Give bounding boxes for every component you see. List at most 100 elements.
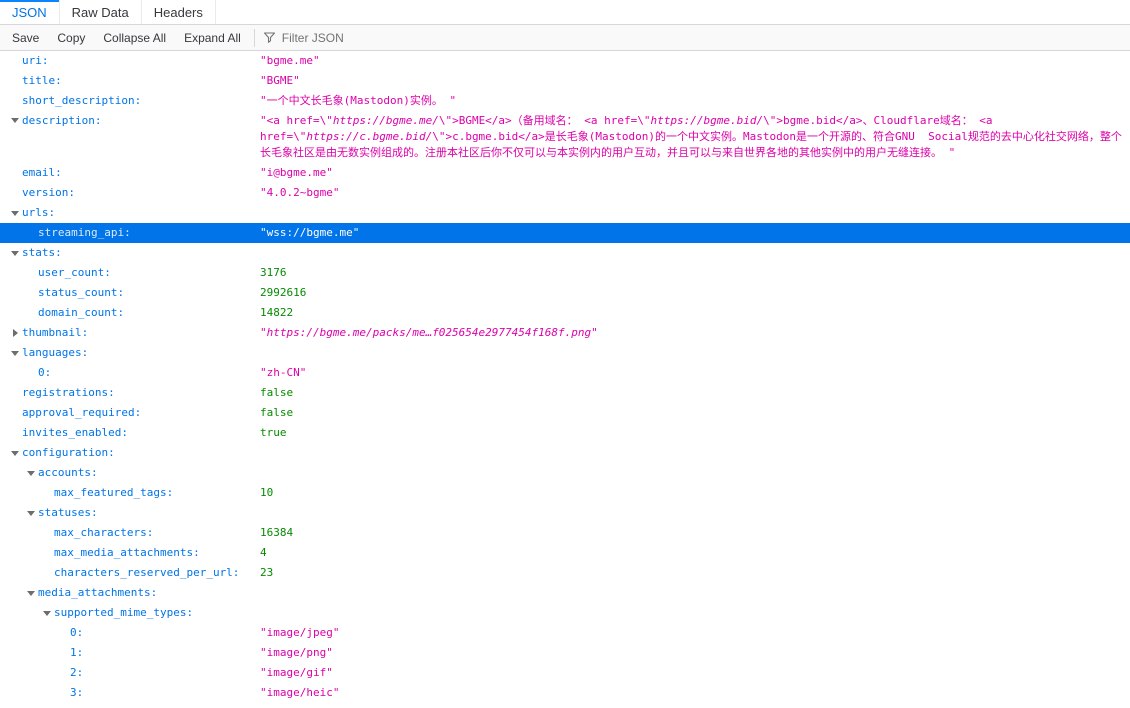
indent-spacer xyxy=(56,703,70,708)
value-cell xyxy=(260,583,1130,603)
value-cell: "BGME" xyxy=(260,71,1130,91)
url-link[interactable]: https://bgme.me/ xyxy=(333,114,439,127)
json-row-configuration[interactable]: configuration: xyxy=(0,443,1130,463)
json-key: email: xyxy=(22,163,62,183)
json-row-languages[interactable]: languages: xyxy=(0,343,1130,363)
json-row-characters_reserved_per_url[interactable]: characters_reserved_per_url:23 xyxy=(0,563,1130,583)
indent-spacer xyxy=(8,51,22,71)
tab-json[interactable]: JSON xyxy=(0,0,60,24)
json-row-short_description[interactable]: short_description: "一个中文长毛象(Mastodon)实例。 … xyxy=(0,91,1130,111)
collapse-twisty-icon[interactable] xyxy=(8,343,22,363)
json-row-email[interactable]: email:"i@bgme.me" xyxy=(0,163,1130,183)
json-row-0[interactable]: 0:"zh-CN" xyxy=(0,363,1130,383)
url-link[interactable]: https://bgme.me/packs/me…f025654e2977454… xyxy=(267,326,592,339)
indent-spacer xyxy=(56,643,70,663)
json-row-accounts[interactable]: accounts: xyxy=(0,463,1130,483)
key-cell: accounts: xyxy=(0,463,260,483)
key-cell: user_count: xyxy=(0,263,260,283)
value-cell: "一个中文长毛象(Mastodon)实例。 " xyxy=(260,91,1130,111)
json-row-title[interactable]: title:"BGME" xyxy=(0,71,1130,91)
key-cell: max_featured_tags: xyxy=(0,483,260,503)
copy-button[interactable]: Copy xyxy=(48,25,94,50)
json-key: accounts: xyxy=(38,463,98,483)
value-cell: "bgme.me" xyxy=(260,51,1130,71)
expand-twisty-icon[interactable] xyxy=(8,323,22,343)
json-value: "image/heic" xyxy=(260,686,339,699)
collapse-twisty-icon[interactable] xyxy=(8,203,22,223)
json-row-0[interactable]: 0:"image/jpeg" xyxy=(0,623,1130,643)
expand-all-button[interactable]: Expand All xyxy=(175,25,250,50)
collapse-twisty-icon[interactable] xyxy=(24,463,38,483)
json-row-invites_enabled[interactable]: invites_enabled:true xyxy=(0,423,1130,443)
collapse-twisty-icon[interactable] xyxy=(8,111,22,129)
json-key: 3: xyxy=(70,683,83,703)
tab-raw-data[interactable]: Raw Data xyxy=(60,0,142,24)
json-row-streaming_api[interactable]: streaming_api:"wss://bgme.me" xyxy=(0,223,1130,243)
json-row-description[interactable]: description:"<a href=\"https://bgme.me/\… xyxy=(0,111,1130,163)
json-row-uri[interactable]: uri: "bgme.me" xyxy=(0,51,1130,71)
filter-json-input[interactable] xyxy=(282,25,1130,50)
value-cell: "4.0.2~bgme" xyxy=(260,183,1130,203)
key-cell: urls: xyxy=(0,203,260,223)
json-key: short_description: xyxy=(22,91,141,111)
json-row-user_count[interactable]: user_count:3176 xyxy=(0,263,1130,283)
filter-funnel-icon xyxy=(263,31,276,44)
json-row-1[interactable]: 1:"image/png" xyxy=(0,643,1130,663)
json-row-domain_count[interactable]: domain_count:14822 xyxy=(0,303,1130,323)
key-cell: short_description: xyxy=(0,91,260,111)
json-row-3[interactable]: 3: "image/heic" xyxy=(0,683,1130,703)
indent-spacer xyxy=(24,363,38,383)
url-link[interactable]: https://bgme.bid/ xyxy=(651,114,764,127)
json-row-statuses[interactable]: statuses: xyxy=(0,503,1130,523)
value-cell: 4 xyxy=(260,543,1130,563)
json-row-status_count[interactable]: status_count:2992616 xyxy=(0,283,1130,303)
value-cell: "image/png" xyxy=(260,643,1130,663)
json-key: approval_required: xyxy=(22,403,141,423)
json-key: languages: xyxy=(22,343,88,363)
collapse-twisty-icon[interactable] xyxy=(24,583,38,603)
json-key: uri: xyxy=(22,51,49,71)
key-cell: media_attachments: xyxy=(0,583,260,603)
json-key: max_featured_tags: xyxy=(54,483,173,503)
json-row-max_featured_tags[interactable]: max_featured_tags:10 xyxy=(0,483,1130,503)
value-cell: "https://bgme.me/packs/me…f025654e297745… xyxy=(260,323,1130,343)
value-cell xyxy=(260,463,1130,483)
json-key: supported_mime_types: xyxy=(54,603,193,623)
json-row-4[interactable]: 4:"image/heif" xyxy=(0,703,1130,708)
json-value: "bgme.me" xyxy=(260,54,320,67)
tab-json-label: JSON xyxy=(12,5,47,20)
value-cell: 3176 xyxy=(260,263,1130,283)
json-row-stats[interactable]: stats: xyxy=(0,243,1130,263)
url-link[interactable]: https://c.bgme.bid/ xyxy=(306,130,432,143)
json-row-urls[interactable]: urls: xyxy=(0,203,1130,223)
collapse-twisty-icon[interactable] xyxy=(24,503,38,523)
collapse-twisty-icon[interactable] xyxy=(8,443,22,463)
twisty-triangle xyxy=(27,511,35,516)
value-cell: false xyxy=(260,403,1130,423)
indent-spacer xyxy=(24,303,38,323)
collapse-all-button[interactable]: Collapse All xyxy=(94,25,175,50)
json-row-media_attachments[interactable]: media_attachments: xyxy=(0,583,1130,603)
save-button[interactable]: Save xyxy=(3,25,48,50)
indent-spacer xyxy=(40,543,54,563)
json-key: max_characters: xyxy=(54,523,153,543)
json-row-max_media_attachments[interactable]: max_media_attachments:4 xyxy=(0,543,1130,563)
value-cell: true xyxy=(260,423,1130,443)
value-cell xyxy=(260,343,1130,363)
twisty-triangle xyxy=(11,118,19,123)
tab-bar: JSON Raw Data Headers xyxy=(0,0,1130,25)
json-row-registrations[interactable]: registrations:false xyxy=(0,383,1130,403)
json-row-2[interactable]: 2:"image/gif" xyxy=(0,663,1130,683)
json-row-max_characters[interactable]: max_characters:16384 xyxy=(0,523,1130,543)
json-key: configuration: xyxy=(22,443,115,463)
json-row-thumbnail[interactable]: thumbnail:"https://bgme.me/packs/me…f025… xyxy=(0,323,1130,343)
collapse-twisty-icon[interactable] xyxy=(8,243,22,263)
collapse-twisty-icon[interactable] xyxy=(40,603,54,623)
json-row-version[interactable]: version:"4.0.2~bgme" xyxy=(0,183,1130,203)
json-row-supported_mime_types[interactable]: supported_mime_types: xyxy=(0,603,1130,623)
indent-spacer xyxy=(8,183,22,203)
tab-headers[interactable]: Headers xyxy=(142,0,216,24)
value-cell xyxy=(260,503,1130,523)
json-row-approval_required[interactable]: approval_required: false xyxy=(0,403,1130,423)
json-value: "BGME" xyxy=(260,74,300,87)
